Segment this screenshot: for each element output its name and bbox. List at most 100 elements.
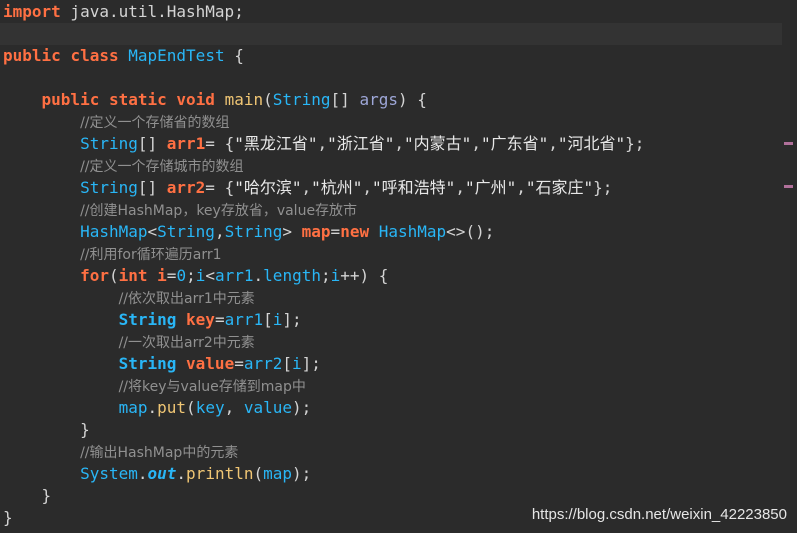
code-line[interactable]: //依次取出arr1中元素 bbox=[0, 287, 782, 309]
code-line[interactable]: map.put(key, value); bbox=[0, 397, 782, 419]
code-token: int bbox=[118, 266, 148, 285]
code-token: i bbox=[330, 266, 341, 285]
code-token: , bbox=[471, 134, 481, 153]
code-token: < bbox=[205, 266, 215, 285]
code-token: = bbox=[234, 354, 244, 373]
code-line[interactable]: HashMap<String,String> map=new HashMap<>… bbox=[0, 221, 782, 243]
warning-marker[interactable] bbox=[784, 142, 793, 145]
code-token: . bbox=[147, 398, 158, 417]
code-token: = { bbox=[205, 134, 235, 153]
code-line[interactable]: } bbox=[0, 419, 782, 441]
code-token: , bbox=[516, 178, 526, 197]
code-line[interactable]: String[] arr1= {"黑龙江省","浙江省","内蒙古","广东省"… bbox=[0, 133, 782, 155]
code-token: for bbox=[80, 266, 109, 285]
code-token: //一次取出arr2中元素 bbox=[118, 335, 255, 351]
code-token: , bbox=[362, 178, 373, 197]
code-token: ; bbox=[186, 266, 196, 285]
code-token: , bbox=[224, 398, 244, 417]
code-token: . bbox=[253, 266, 264, 285]
code-token: String bbox=[157, 222, 215, 241]
warning-marker[interactable] bbox=[784, 185, 793, 188]
code-line[interactable]: //定义一个存储城市的数组 bbox=[0, 155, 782, 177]
code-token: ]; bbox=[282, 310, 302, 329]
code-line[interactable]: //输出HashMap中的元素 bbox=[0, 441, 782, 463]
code-token: , bbox=[455, 178, 465, 197]
code-token: HashMap bbox=[80, 222, 148, 241]
code-line[interactable]: String key=arr1[i]; bbox=[0, 309, 782, 331]
code-token: public bbox=[3, 46, 61, 65]
code-token: println bbox=[186, 464, 254, 483]
code-token: = bbox=[166, 266, 177, 285]
code-token: ++) { bbox=[340, 266, 389, 285]
code-line[interactable]: //一次取出arr2中元素 bbox=[0, 331, 782, 353]
code-line[interactable]: //定义一个存储省的数组 bbox=[0, 111, 782, 133]
code-line[interactable] bbox=[0, 67, 782, 89]
code-token: ; bbox=[320, 266, 331, 285]
code-token: , bbox=[548, 134, 558, 153]
code-token: ( bbox=[263, 90, 273, 109]
code-line[interactable]: public static void main(String[] args) { bbox=[0, 89, 782, 111]
code-token: arr1 bbox=[224, 310, 264, 329]
code-line[interactable]: } bbox=[0, 485, 782, 507]
code-token: arr1 bbox=[166, 134, 206, 153]
code-token: = bbox=[214, 310, 225, 329]
code-token: i bbox=[157, 266, 167, 285]
code-line[interactable]: public class MapEndTest { bbox=[0, 45, 782, 67]
code-token: arr2 bbox=[166, 178, 206, 197]
code-token: [] bbox=[137, 178, 167, 197]
code-line[interactable]: //创建HashMap，key存放省，value存放市 bbox=[0, 199, 782, 221]
code-token: "河北省" bbox=[557, 134, 626, 153]
code-token: //将key与value存储到map中 bbox=[118, 379, 306, 395]
code-token: String bbox=[118, 354, 177, 373]
code-line[interactable]: System.out.println(map); bbox=[0, 463, 782, 485]
code-token: ); bbox=[292, 398, 312, 417]
code-token: , bbox=[394, 134, 405, 153]
code-line[interactable]: String[] arr2= {"哈尔滨","杭州","呼和浩特","广州","… bbox=[0, 177, 782, 199]
code-token: i bbox=[272, 310, 283, 329]
code-line[interactable]: for(int i=0;i<arr1.length;i++) { bbox=[0, 265, 782, 287]
code-token: [ bbox=[263, 310, 273, 329]
code-line[interactable]: import java.util.HashMap; bbox=[0, 1, 782, 23]
code-token: value bbox=[186, 354, 235, 373]
code-token: key bbox=[186, 310, 215, 329]
code-token: map bbox=[263, 464, 293, 483]
code-token: arr2 bbox=[243, 354, 283, 373]
code-token: [] bbox=[137, 134, 167, 153]
code-token: //定义一个存储省的数组 bbox=[80, 115, 230, 131]
code-token: public bbox=[41, 90, 100, 109]
code-token: { bbox=[224, 46, 244, 65]
code-token: ) { bbox=[397, 90, 427, 109]
code-token: } bbox=[3, 508, 13, 527]
code-token: map bbox=[118, 398, 148, 417]
code-token: . bbox=[137, 464, 148, 483]
code-line[interactable]: //将key与value存储到map中 bbox=[0, 375, 782, 397]
code-token: MapEndTest bbox=[128, 46, 225, 65]
code-token: "呼和浩特" bbox=[372, 178, 456, 197]
code-token: , bbox=[317, 134, 328, 153]
code-token: HashMap bbox=[378, 222, 447, 241]
code-line[interactable] bbox=[0, 23, 782, 45]
code-editor[interactable]: import java.util.HashMap; public class Ma… bbox=[0, 0, 797, 533]
code-token: "浙江省" bbox=[327, 134, 395, 153]
code-line[interactable]: //利用for循环遍历arr1 bbox=[0, 243, 782, 265]
code-line[interactable]: String value=arr2[i]; bbox=[0, 353, 782, 375]
code-token: String bbox=[224, 222, 283, 241]
code-token: String bbox=[80, 178, 138, 197]
code-token: "杭州" bbox=[311, 178, 363, 197]
code-token: //利用for循环遍历arr1 bbox=[80, 247, 222, 263]
overview-ruler[interactable] bbox=[783, 0, 797, 533]
code-token: "广东省" bbox=[480, 134, 549, 153]
watermark: https://blog.csdn.net/weixin_42223850 bbox=[531, 506, 787, 523]
